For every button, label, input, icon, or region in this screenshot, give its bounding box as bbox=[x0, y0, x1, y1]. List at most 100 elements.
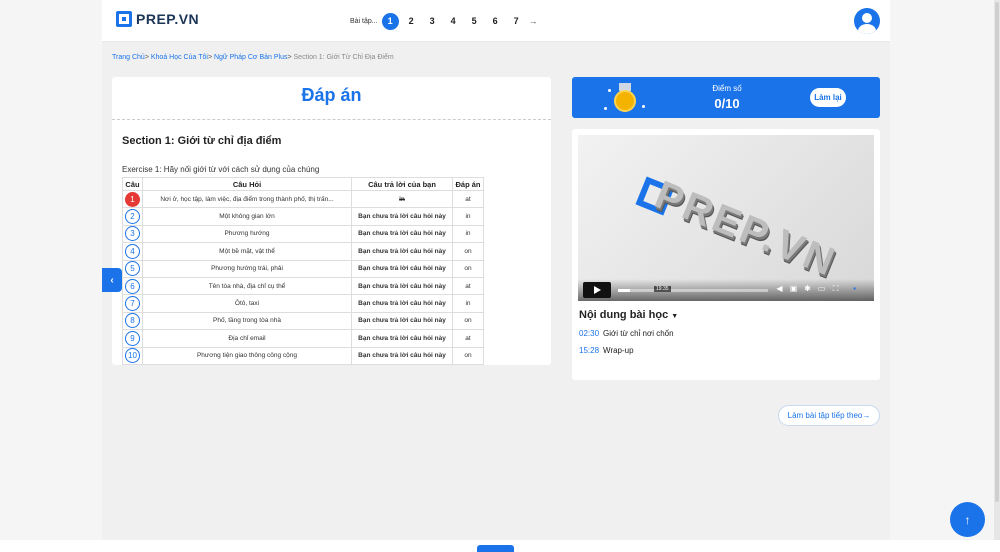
table-row: 2 Một không gian lớn Bạn chưa trả lời câu … bbox=[122, 207, 484, 226]
scroll-to-top-button[interactable]: ↑ bbox=[950, 502, 985, 537]
answer-table-body: 1 Nơi ở, học tập, làm việc, địa điểm tron… bbox=[122, 189, 484, 365]
page-button-3[interactable]: 3 bbox=[422, 11, 443, 31]
row-number-cell: 5 bbox=[122, 259, 143, 278]
page-button-2[interactable]: 2 bbox=[401, 11, 422, 31]
question-number-badge[interactable]: 8 bbox=[125, 313, 140, 329]
page-button-7[interactable]: 7 bbox=[506, 11, 527, 31]
arrow-up-icon: ↑ bbox=[964, 512, 971, 527]
pager-next-arrow-icon[interactable]: → bbox=[529, 16, 538, 26]
question-number-badge[interactable]: 2 bbox=[125, 209, 140, 225]
chevron-down-icon: ▼ bbox=[671, 313, 679, 320]
scrollbar-thumb[interactable] bbox=[995, 2, 999, 502]
question-number-badge[interactable]: 3 bbox=[125, 226, 140, 242]
question-number-badge[interactable]: 6 bbox=[125, 278, 140, 294]
video-logo-text: PREP.VN bbox=[648, 172, 843, 286]
correct-answer-cell: at bbox=[452, 329, 484, 348]
user-answer-cell: Bạn chưa trả lời câu hỏi này bbox=[351, 311, 453, 331]
breadcrumb-my-courses[interactable]: Khoá Học Của Tôi bbox=[151, 54, 208, 61]
question-number-badge[interactable]: 7 bbox=[125, 296, 140, 312]
avatar-head bbox=[862, 13, 872, 23]
toc-item[interactable]: 15:28 Wrap-up bbox=[579, 346, 634, 355]
toc-item-label: Giới từ chỉ nơi chốn bbox=[603, 329, 674, 338]
logo-icon bbox=[116, 11, 132, 27]
score-card: Điểm số 0/10 Làm lại bbox=[572, 77, 880, 118]
toc-item-time[interactable]: 15:28 bbox=[579, 346, 599, 355]
score-label: Điểm số bbox=[712, 84, 742, 93]
question-cell: Địa chỉ email bbox=[142, 329, 352, 348]
question-cell: Ôtô, taxi bbox=[142, 294, 352, 313]
page-button-4[interactable]: 4 bbox=[443, 11, 464, 31]
answer-divider bbox=[112, 119, 551, 120]
question-cell: Một không gian lớn bbox=[142, 207, 352, 226]
breadcrumb-course[interactable]: Ngữ Pháp Cơ Bản Plus bbox=[214, 54, 287, 61]
collapse-sidebar-button[interactable]: ‹ bbox=[102, 268, 122, 292]
top-header: PREP.VN Bài tập... 1 2 3 4 5 6 7 → bbox=[102, 0, 890, 42]
logo[interactable]: PREP.VN bbox=[116, 11, 199, 27]
toc-item-time[interactable]: 02:30 bbox=[579, 329, 599, 338]
retry-button[interactable]: Làm lại bbox=[810, 88, 846, 107]
question-number-badge[interactable]: 1 bbox=[125, 191, 140, 207]
correct-answer-cell: on bbox=[452, 311, 484, 331]
correct-answer-cell: on bbox=[452, 346, 484, 365]
question-cell: Phương hướng trái, phải bbox=[142, 259, 352, 278]
row-number-cell: 6 bbox=[122, 276, 143, 296]
play-icon[interactable] bbox=[583, 282, 611, 298]
captions-icon[interactable]: ▣ bbox=[789, 284, 798, 293]
table-row: 10 Phương tiện giao thông công cộng Bạn ch… bbox=[122, 346, 484, 365]
fullscreen-icon[interactable]: ⛶ bbox=[831, 284, 840, 293]
volume-icon[interactable]: ◀ bbox=[775, 284, 784, 293]
table-row: 8 Phố, tầng trong tòa nhà Bạn chưa trả lời… bbox=[122, 311, 484, 331]
question-cell: Phố, tầng trong tòa nhà bbox=[142, 311, 352, 331]
video-player[interactable]: PREP.VN 19:35 ◀ ▣ ✱ ▭ ⛶ ▪ bbox=[578, 135, 874, 301]
correct-answer-cell: at bbox=[452, 276, 484, 296]
row-number-cell: 8 bbox=[122, 311, 143, 331]
table-row: 5 Phương hướng trái, phải Bạn chưa trả lời… bbox=[122, 259, 484, 278]
row-number-cell: 1 bbox=[122, 189, 143, 209]
breadcrumb: Trang Chủ> Khoá Học Của Tôi> Ngữ Pháp Cơ… bbox=[112, 54, 394, 61]
user-avatar[interactable] bbox=[854, 8, 880, 34]
table-row: 9 Địa chỉ email Bạn chưa trả lời câu hỏi n… bbox=[122, 329, 484, 348]
picture-in-picture-icon[interactable]: ▭ bbox=[817, 284, 826, 293]
pager-label: Bài tập... bbox=[350, 17, 378, 25]
page-button-5[interactable]: 5 bbox=[464, 11, 485, 31]
bottom-handle-button[interactable] bbox=[477, 545, 514, 552]
page-background-left bbox=[0, 0, 102, 552]
row-number-cell: 3 bbox=[122, 224, 143, 244]
user-answer-cell: Bạn chưa trả lời câu hỏi này bbox=[351, 224, 453, 244]
video-progress-bar[interactable]: 19:35 bbox=[618, 286, 768, 292]
page-button-6[interactable]: 6 bbox=[485, 11, 506, 31]
user-answer-cell: Bạn chưa trả lời câu hỏi này bbox=[351, 207, 453, 226]
user-answer-cell: Bạn chưa trả lời câu hỏi này bbox=[351, 242, 453, 261]
breadcrumb-separator: > bbox=[144, 54, 149, 61]
chevron-left-icon: ‹ bbox=[110, 274, 114, 286]
question-number-badge[interactable]: 4 bbox=[125, 243, 140, 259]
table-row: 6 Tên tòa nhà, địa chỉ cụ thể Bạn chưa trả… bbox=[122, 276, 484, 296]
row-number-cell: 7 bbox=[122, 294, 143, 313]
question-number-badge[interactable]: 5 bbox=[125, 261, 140, 277]
question-number-badge[interactable]: 10 bbox=[125, 348, 140, 364]
exercise-title: Exercise 1: Hãy nối giới từ với cách sử … bbox=[122, 165, 320, 174]
next-exercise-button[interactable]: Làm bài tập tiếp theo→ bbox=[778, 405, 880, 426]
row-number-cell: 9 bbox=[122, 329, 143, 348]
question-number-badge[interactable]: 9 bbox=[125, 330, 140, 346]
toc-item[interactable]: 02:30 Giới từ chỉ nơi chốn bbox=[579, 329, 674, 338]
correct-answer-cell: in bbox=[452, 294, 484, 313]
toc-title[interactable]: Nội dung bài học ▼ bbox=[579, 309, 678, 321]
avatar-body bbox=[858, 24, 876, 34]
answer-title: Đáp án bbox=[301, 85, 362, 105]
question-cell: Phương tiện giao thông công cộng bbox=[142, 346, 352, 365]
toc-title-text: Nội dung bài học bbox=[579, 309, 669, 321]
medal-icon bbox=[612, 83, 638, 113]
question-cell: Nơi ở, học tập, làm việc, địa điểm trong… bbox=[142, 189, 352, 209]
page-button-1[interactable]: 1 bbox=[381, 12, 399, 30]
breadcrumb-home[interactable]: Trang Chủ bbox=[112, 54, 145, 61]
table-row: 3 Phương hướng Bạn chưa trả lời câu hỏi nà… bbox=[122, 224, 484, 244]
settings-gear-icon[interactable]: ✱ bbox=[803, 284, 812, 293]
answer-card: Đáp án Section 1: Giới từ chỉ địa điểm E… bbox=[112, 77, 551, 365]
answer-table: Câu Câu Hỏi Câu trả lời của bạn Đáp án 1… bbox=[122, 177, 484, 365]
user-answer-cell: in bbox=[351, 189, 453, 209]
toc-item-label: Wrap-up bbox=[603, 346, 634, 355]
breadcrumb-current: Section 1: Giới Từ Chỉ Địa Điểm bbox=[293, 54, 394, 61]
row-number-cell: 4 bbox=[122, 242, 143, 261]
logo-text: PREP.VN bbox=[136, 11, 200, 27]
